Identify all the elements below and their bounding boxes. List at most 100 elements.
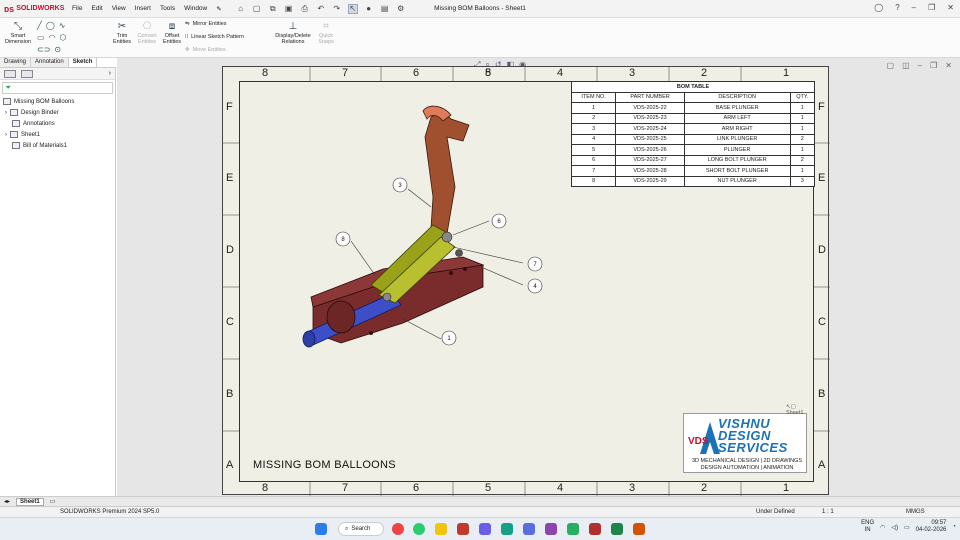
save-icon[interactable]: ▣: [284, 4, 294, 14]
balloon-7[interactable]: 7: [527, 256, 543, 272]
menu-view[interactable]: View: [112, 5, 126, 13]
app-icon[interactable]: [501, 523, 513, 535]
table-row[interactable]: 3 VDS-2025-24 ARM RIGHT 1: [570, 123, 816, 135]
print-icon[interactable]: ⎙: [300, 4, 310, 14]
table-row[interactable]: 8 VDS-2025-29 NUT PLUNGER 3: [570, 175, 816, 187]
vp-close-icon[interactable]: ✕: [945, 61, 952, 70]
tab-sketch[interactable]: Sketch: [68, 58, 98, 67]
table-row[interactable]: 2 VDS-2025-23 ARM LEFT 1: [570, 112, 816, 124]
trim-entities-button[interactable]: ✂ Trim Entities: [110, 21, 134, 45]
table-row[interactable]: 7 VDS-2025-28 SHORT BOLT PLUNGER 1: [570, 165, 816, 177]
spline-icon[interactable]: ∿: [59, 21, 66, 30]
file-properties-icon[interactable]: ▤: [380, 4, 390, 14]
tab-nav-icon[interactable]: ◂▸: [4, 498, 10, 505]
chevron-right-icon[interactable]: ›: [109, 70, 111, 77]
solidworks-icon[interactable]: [589, 523, 601, 535]
excel-icon[interactable]: [611, 523, 623, 535]
menu-insert[interactable]: Insert: [135, 5, 151, 13]
whatsapp-icon[interactable]: [413, 523, 425, 535]
balloon-8[interactable]: 8: [335, 231, 351, 247]
visual-studio-icon[interactable]: [479, 523, 491, 535]
linear-pattern-button[interactable]: ⁞⁞ Linear Sketch Pattern: [185, 34, 244, 40]
expand-icon[interactable]: ›: [5, 110, 7, 116]
menu-file[interactable]: File: [72, 5, 82, 13]
tile-icon[interactable]: ▢: [887, 61, 895, 70]
discord-icon[interactable]: [545, 523, 557, 535]
tab-drawing[interactable]: Drawing: [0, 58, 32, 67]
tree-root[interactable]: Missing BOM Balloons: [0, 96, 115, 107]
new-icon[interactable]: ▢: [252, 4, 262, 14]
convert-entities-button[interactable]: ⎔ Convert Entities: [135, 21, 159, 45]
feature-tree-tab-icon[interactable]: [4, 69, 16, 78]
volume-icon[interactable]: ◁): [891, 524, 898, 531]
wifi-icon[interactable]: ◠: [880, 524, 885, 531]
vp-restore-icon[interactable]: ❐: [930, 61, 937, 70]
menu-tools[interactable]: Tools: [160, 5, 175, 13]
sheet-tab[interactable]: Sheet1: [16, 497, 44, 506]
filter-field[interactable]: ⏷: [2, 82, 113, 94]
balloon-3[interactable]: 3: [392, 177, 408, 193]
smart-dimension-button[interactable]: ⤡ Smart Dimension: [4, 21, 32, 45]
taskbar-search[interactable]: ⌕ Search: [338, 522, 384, 536]
menu-edit[interactable]: Edit: [91, 5, 102, 13]
powerpoint-icon[interactable]: [633, 523, 645, 535]
pin-icon[interactable]: ✎: [216, 5, 221, 13]
close-icon[interactable]: ✕: [947, 3, 954, 12]
display-delete-relations-button[interactable]: ⊥ Display/Delete Relations: [272, 21, 314, 45]
polygon-icon[interactable]: ⬡: [60, 33, 67, 42]
move-entities-button[interactable]: ✥ Move Entities: [185, 47, 226, 53]
point-icon[interactable]: ⊙: [54, 45, 61, 54]
split-icon[interactable]: ◫: [902, 61, 910, 70]
home-icon[interactable]: ⌂: [236, 4, 246, 14]
minimize-icon[interactable]: –: [912, 3, 916, 12]
battery-icon[interactable]: ▭: [904, 524, 910, 531]
chrome-icon[interactable]: [392, 523, 404, 535]
traffic-light-icon[interactable]: ●: [364, 4, 374, 14]
arc-icon[interactable]: ◠: [49, 33, 56, 42]
add-sheet-icon[interactable]: ▭: [50, 498, 56, 505]
unit-system[interactable]: MMGS: [906, 509, 925, 515]
balloon-1[interactable]: 1: [441, 330, 457, 346]
table-row[interactable]: 4 VDS-2025-25 LINK PLUNGER 2: [570, 133, 816, 145]
app-icon[interactable]: [567, 523, 579, 535]
restore-icon[interactable]: ❐: [928, 3, 935, 12]
quick-snaps-button[interactable]: ⌗ Quick Snaps: [315, 21, 337, 45]
drawing-sheet[interactable]: 8 7 6 5 4 3 2 1 8 8 7 6 5 4 3 2 1 F E D …: [222, 66, 830, 496]
property-tab-icon[interactable]: [21, 69, 33, 78]
balloon-6[interactable]: 6: [491, 213, 507, 229]
mirror-entities-button[interactable]: ⇋ Mirror Entities: [185, 21, 227, 27]
line-icon[interactable]: ╱: [37, 21, 42, 30]
rectangle-icon[interactable]: ▭: [37, 33, 45, 42]
table-row[interactable]: 6 VDS-2025-27 LONG BOLT PLUNGER 2: [570, 154, 816, 166]
slot-icon[interactable]: ⊂⊃: [37, 45, 50, 54]
vp-minimize-icon[interactable]: –: [918, 61, 922, 70]
table-row[interactable]: 5 VDS-2025-26 PLUNGER 1: [570, 144, 816, 156]
user-icon[interactable]: ◯: [874, 3, 883, 12]
table-row[interactable]: 1 VDS-2025-22 BASE PLUNGER 1: [570, 102, 816, 114]
start-icon[interactable]: [315, 523, 327, 535]
tab-annotation[interactable]: Annotation: [31, 58, 69, 67]
tree-item-annotations[interactable]: Annotations: [0, 118, 115, 129]
offset-entities-button[interactable]: ⧈ Offset Entities: [160, 21, 184, 45]
menu-window[interactable]: Window: [184, 5, 207, 13]
help-icon[interactable]: ?: [895, 3, 899, 12]
file-explorer-icon[interactable]: [435, 523, 447, 535]
sheet-scale[interactable]: 1 : 1: [822, 509, 834, 515]
open-icon[interactable]: ⧉: [268, 4, 278, 14]
select-icon[interactable]: ↖: [347, 3, 358, 14]
clock[interactable]: 09:57 04-02-2026: [916, 520, 947, 534]
bom-table[interactable]: BOM TABLE ITEM NO. PART NUMBER DESCRIPTI…: [570, 81, 816, 187]
language-indicator[interactable]: ENG IN: [861, 520, 874, 534]
undo-icon[interactable]: ↶: [316, 4, 326, 14]
redo-icon[interactable]: ↷: [332, 4, 342, 14]
balloon-4[interactable]: 4: [527, 278, 543, 294]
notification-icon[interactable]: ◔: [952, 524, 956, 530]
tree-item-design-binder[interactable]: › Design Binder: [0, 107, 115, 118]
expand-icon[interactable]: ›: [5, 132, 7, 138]
tree-item-bom[interactable]: Bill of Materials1: [0, 140, 115, 151]
solidworks-icon[interactable]: [457, 523, 469, 535]
tree-item-sheet1[interactable]: › Sheet1: [0, 129, 115, 140]
circle-icon[interactable]: ◯: [46, 21, 55, 30]
options-icon[interactable]: ⚙: [396, 4, 406, 14]
teams-icon[interactable]: [523, 523, 535, 535]
